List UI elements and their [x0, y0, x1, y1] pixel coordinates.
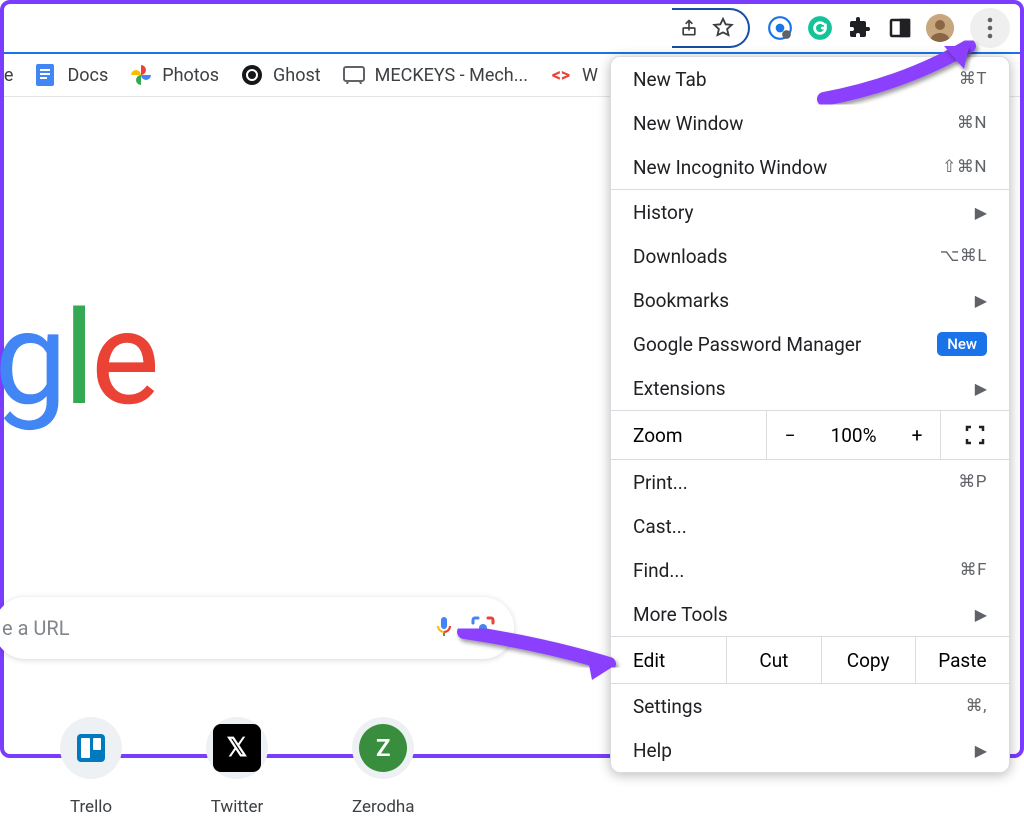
- chrome-menu-button[interactable]: [970, 8, 1010, 48]
- photos-icon: [130, 64, 152, 86]
- side-panel-icon[interactable]: [886, 14, 914, 42]
- bookmark-item-photos[interactable]: Photos: [130, 64, 219, 86]
- edit-label: Edit: [611, 637, 727, 683]
- meckeys-icon: [343, 64, 365, 86]
- x-icon: 𝕏: [213, 724, 261, 772]
- chevron-right-icon: ▶: [975, 203, 987, 222]
- menu-print[interactable]: Print...⌘P: [611, 460, 1009, 504]
- extensions-puzzle-icon[interactable]: [846, 14, 874, 42]
- copy-button[interactable]: Copy: [822, 637, 916, 683]
- cut-button[interactable]: Cut: [727, 637, 821, 683]
- menu-more-tools[interactable]: More Tools▶: [611, 592, 1009, 636]
- shortcut-twitter[interactable]: 𝕏 Twitter: [206, 717, 268, 817]
- new-badge: New: [937, 332, 987, 356]
- chevron-right-icon: ▶: [975, 291, 987, 310]
- bookmark-item[interactable]: te: [4, 65, 13, 86]
- omnibox-actions: [672, 8, 750, 48]
- menu-downloads[interactable]: Downloads⌥⌘L: [611, 234, 1009, 278]
- bookmark-star-icon[interactable]: [712, 17, 734, 39]
- browser-toolbar: [4, 4, 1020, 52]
- bookmark-item-meckeys[interactable]: MECKEYS - Mech...: [343, 64, 528, 86]
- menu-extensions[interactable]: Extensions▶: [611, 366, 1009, 410]
- menu-cast[interactable]: Cast...: [611, 504, 1009, 548]
- zerodha-icon: Z: [359, 724, 407, 772]
- bookmark-item-code[interactable]: <> W: [550, 64, 598, 86]
- search-bar[interactable]: e a URL: [0, 597, 514, 659]
- menu-password-manager[interactable]: Google Password ManagerNew: [611, 322, 1009, 366]
- paste-button[interactable]: Paste: [916, 637, 1009, 683]
- chevron-right-icon: ▶: [975, 741, 987, 760]
- menu-bookmarks[interactable]: Bookmarks▶: [611, 278, 1009, 322]
- extensions-area: [756, 8, 1010, 48]
- shortcut-trello[interactable]: Trello: [60, 717, 122, 817]
- search-placeholder: e a URL: [2, 616, 420, 640]
- docs-icon: [35, 64, 57, 86]
- shortcut-zerodha[interactable]: Z Zerodha: [352, 717, 415, 817]
- menu-zoom-row: Zoom − 100% +: [611, 410, 1009, 460]
- menu-edit-row: Edit Cut Copy Paste: [611, 636, 1009, 684]
- code-icon: <>: [550, 64, 572, 86]
- menu-new-incognito[interactable]: New Incognito Window⇧⌘N: [611, 145, 1009, 189]
- chrome-menu: New Tab⌘T New Window⌘N New Incognito Win…: [610, 56, 1010, 773]
- menu-history[interactable]: History▶: [611, 190, 1009, 234]
- bookmark-item-docs[interactable]: Docs: [35, 64, 108, 86]
- google-logo: oogle: [0, 282, 156, 435]
- shortcuts-row: Trello 𝕏 Twitter Z Zerodha: [60, 717, 415, 817]
- zoom-value: 100%: [831, 424, 877, 447]
- menu-find[interactable]: Find...⌘F: [611, 548, 1009, 592]
- zoom-label: Zoom: [611, 411, 767, 459]
- chevron-right-icon: ▶: [975, 605, 987, 624]
- zoom-out-button[interactable]: −: [785, 424, 796, 447]
- menu-settings[interactable]: Settings⌘,: [611, 684, 1009, 728]
- ghost-icon: [241, 64, 263, 86]
- menu-help[interactable]: Help▶: [611, 728, 1009, 772]
- fullscreen-button[interactable]: [941, 411, 1009, 459]
- share-icon[interactable]: [678, 17, 700, 39]
- profile-avatar[interactable]: [926, 14, 954, 42]
- extension-1password-icon[interactable]: [766, 14, 794, 42]
- zoom-in-button[interactable]: +: [912, 424, 923, 447]
- chevron-right-icon: ▶: [975, 379, 987, 398]
- lens-search-icon[interactable]: [470, 615, 496, 641]
- extension-grammarly-icon[interactable]: [806, 14, 834, 42]
- bookmark-item-ghost[interactable]: Ghost: [241, 64, 321, 86]
- menu-new-tab[interactable]: New Tab⌘T: [611, 57, 1009, 101]
- voice-search-icon[interactable]: [432, 615, 458, 641]
- menu-new-window[interactable]: New Window⌘N: [611, 101, 1009, 145]
